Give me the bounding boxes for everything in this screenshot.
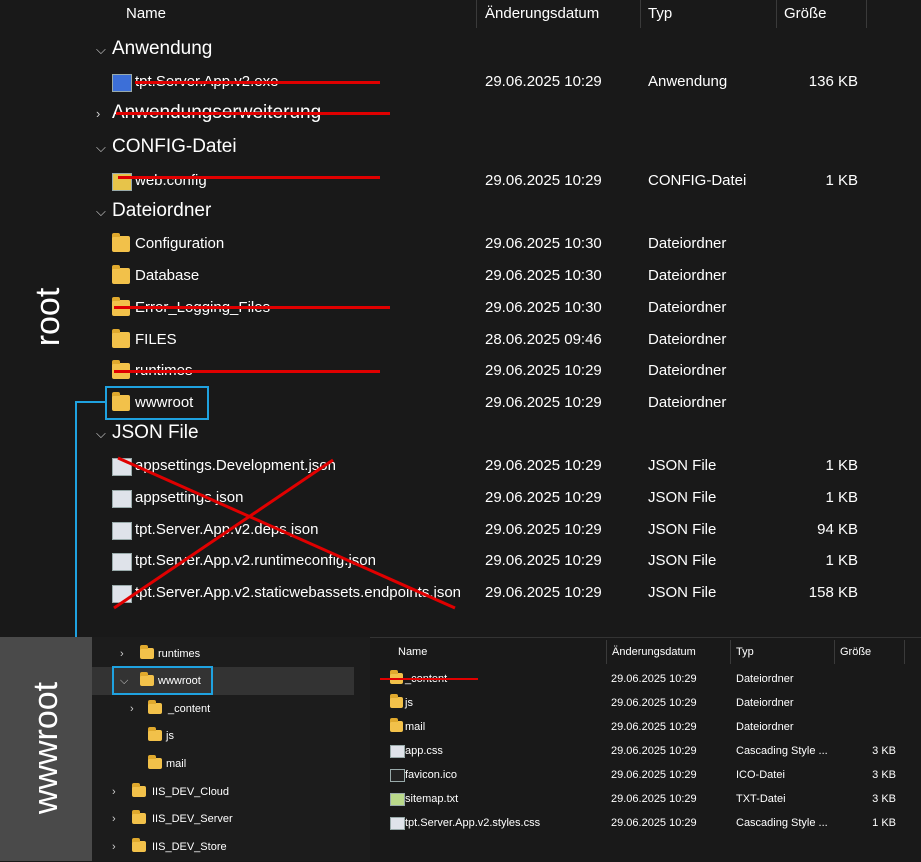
json-file-icon	[112, 585, 132, 603]
col-header-name[interactable]: Name	[126, 0, 166, 28]
folder-row[interactable]: mail 29.06.2025 10:29 Dateiordner	[370, 715, 921, 739]
nav-item-content[interactable]: › _content	[92, 695, 354, 723]
file-row[interactable]: tpt.Server.App.v2.runtimeconfig.json 29.…	[0, 546, 921, 576]
chevron-right-icon: ›	[112, 813, 116, 825]
folder-icon	[132, 838, 146, 852]
col-header-size[interactable]: Größe	[784, 0, 827, 28]
folder-icon	[132, 810, 146, 824]
css-file-icon	[390, 745, 405, 758]
highlight-box	[112, 666, 213, 695]
group-config-datei[interactable]: ⌵ CONFIG-Datei	[96, 133, 237, 161]
strike-annotation	[114, 306, 390, 309]
file-row[interactable]: app.css 29.06.2025 10:29 Cascading Style…	[370, 739, 921, 763]
chevron-right-icon: ›	[112, 786, 116, 798]
file-row[interactable]: appsettings.json 29.06.2025 10:29 JSON F…	[0, 483, 921, 513]
folder-icon	[390, 718, 403, 732]
json-file-icon	[112, 553, 132, 571]
nav-item-iis-dev-cloud[interactable]: › IIS_DEV_Cloud	[92, 778, 354, 806]
folder-row[interactable]: js 29.06.2025 10:29 Dateiordner	[370, 691, 921, 715]
chevron-down-icon: ⌵	[96, 42, 106, 57]
col-header-name[interactable]: Name	[398, 640, 427, 664]
highlight-box	[105, 386, 209, 420]
chevron-right-icon: ›	[130, 703, 134, 715]
group-json-file[interactable]: ⌵ JSON File	[96, 419, 199, 447]
nav-item-js[interactable]: js	[92, 722, 354, 750]
strike-annotation	[135, 81, 380, 84]
chevron-right-icon: ›	[96, 106, 101, 121]
chevron-down-icon: ⌵	[96, 204, 106, 219]
col-separator[interactable]	[776, 0, 777, 28]
col-header-date[interactable]: Änderungsdatum	[612, 640, 696, 664]
file-row[interactable]: tpt.Server.App.v2.styles.css 29.06.2025 …	[370, 811, 921, 835]
col-separator[interactable]	[476, 0, 477, 28]
col-header-size[interactable]: Größe	[840, 640, 871, 664]
col-separator[interactable]	[904, 640, 905, 664]
wwwroot-label: wwwroot	[27, 681, 65, 815]
nav-item-mail[interactable]: mail	[92, 750, 354, 778]
folder-icon	[148, 727, 162, 741]
file-row[interactable]: sitemap.txt 29.06.2025 10:29 TXT-Datei 3…	[370, 787, 921, 811]
folder-row[interactable]: Configuration 29.06.2025 10:30 Dateiordn…	[0, 229, 921, 259]
chevron-right-icon: ›	[120, 648, 124, 660]
col-header-date[interactable]: Änderungsdatum	[485, 0, 599, 28]
col-separator[interactable]	[730, 640, 731, 664]
col-separator[interactable]	[866, 0, 867, 28]
folder-icon	[112, 265, 130, 284]
json-file-icon	[112, 522, 132, 540]
folder-icon	[140, 645, 154, 659]
folder-row[interactable]: FILES 28.06.2025 09:46 Dateiordner	[0, 325, 921, 355]
nav-item-iis-dev-store[interactable]: › IIS_DEV_Store	[92, 833, 354, 861]
chevron-right-icon: ›	[112, 841, 116, 853]
col-header-type[interactable]: Typ	[648, 0, 672, 28]
exe-icon	[112, 74, 132, 92]
folder-icon	[112, 329, 130, 348]
folder-icon	[390, 694, 403, 708]
folder-icon	[148, 700, 162, 714]
col-separator[interactable]	[606, 640, 607, 664]
nav-item-runtimes[interactable]: › runtimes	[92, 640, 354, 668]
strike-annotation	[380, 678, 478, 680]
col-separator[interactable]	[640, 0, 641, 28]
col-separator[interactable]	[834, 640, 835, 664]
ico-file-icon	[390, 769, 405, 782]
file-row[interactable]: favicon.ico 29.06.2025 10:29 ICO-Datei 3…	[370, 763, 921, 787]
folder-icon	[148, 755, 162, 769]
nav-item-iis-dev-server[interactable]: › IIS_DEV_Server	[92, 805, 354, 833]
file-row[interactable]: appsettings.Development.json 29.06.2025 …	[0, 451, 921, 481]
file-row[interactable]: tpt.Server.App.v2.deps.json 29.06.2025 1…	[0, 515, 921, 545]
file-row[interactable]: web.config 29.06.2025 10:29 CONFIG-Datei…	[0, 166, 921, 196]
strike-annotation	[116, 112, 390, 115]
folder-icon	[112, 233, 130, 252]
json-file-icon	[112, 490, 132, 508]
col-header-type[interactable]: Typ	[736, 640, 754, 664]
txt-file-icon	[390, 793, 405, 806]
folder-icon	[132, 783, 146, 797]
strike-annotation	[118, 176, 380, 179]
json-file-icon	[112, 458, 132, 476]
folder-row[interactable]: Database 29.06.2025 10:30 Dateiordner	[0, 261, 921, 291]
group-anwendung[interactable]: ⌵ Anwendung	[96, 35, 212, 63]
strike-annotation	[114, 370, 380, 373]
file-row[interactable]: tpt.Server.App.v2.staticwebassets.endpoi…	[0, 578, 921, 608]
group-dateiordner[interactable]: ⌵ Dateiordner	[96, 197, 211, 225]
chevron-down-icon: ⌵	[96, 140, 106, 155]
root-label: root	[29, 287, 67, 347]
css-file-icon	[390, 817, 405, 830]
chevron-down-icon: ⌵	[96, 426, 106, 441]
